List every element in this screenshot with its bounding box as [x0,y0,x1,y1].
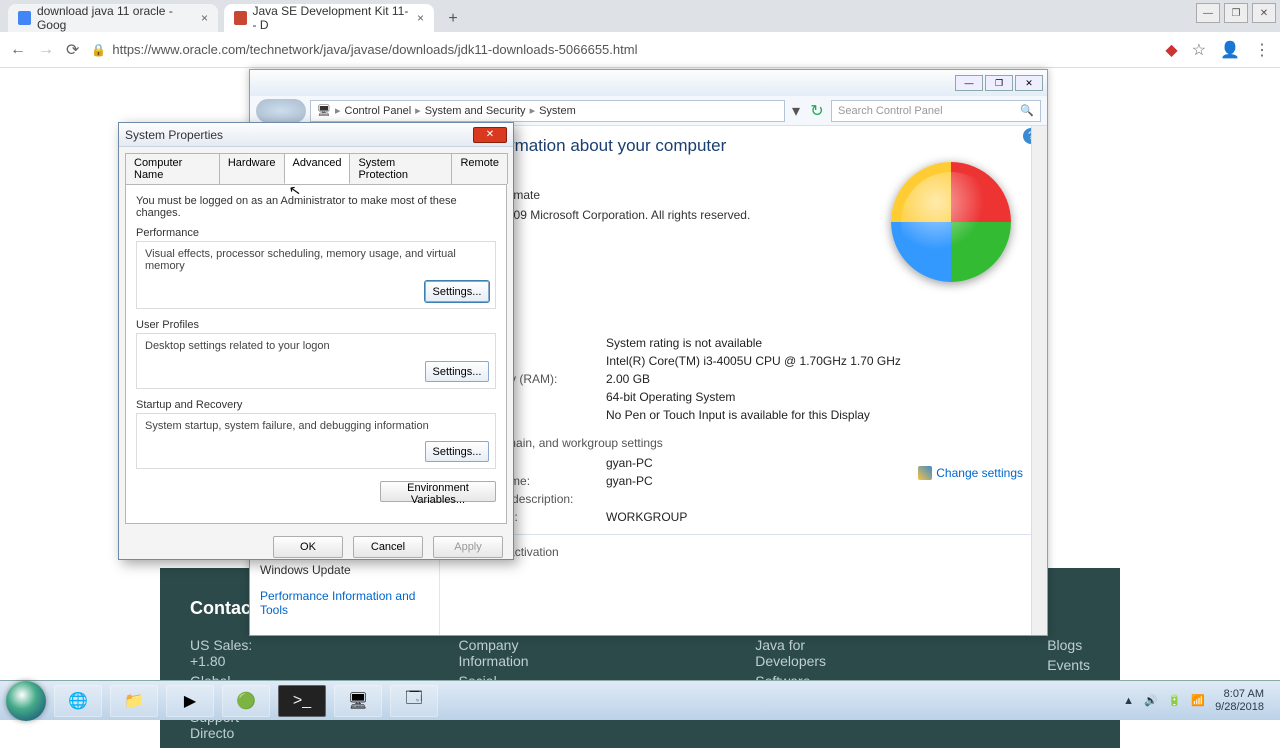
group-desc: Desktop settings related to your logon [145,340,487,352]
start-button[interactable] [6,681,46,721]
system-properties-dialog: System Properties ✕ Computer Name Hardwa… [118,122,514,560]
reload-button[interactable]: ⟳ [66,40,79,60]
taskbar-explorer-icon[interactable]: 📁 [110,685,158,717]
tab-title: Java SE Development Kit 11- - D [253,4,409,32]
window-minimize-button[interactable]: — [1196,3,1220,23]
new-tab-button[interactable]: + [440,6,466,32]
minimize-button[interactable]: — [955,75,983,91]
full-computer-name-value: gyan-PC [606,474,653,488]
browser-tab-google[interactable]: download java 11 oracle - Goog × [8,4,218,32]
computer-name-value: gyan-PC [606,456,653,470]
close-icon[interactable]: × [201,11,208,25]
system-type-value: 64-bit Operating System [606,390,735,404]
sidebar-link[interactable]: Performance Information and Tools [260,589,429,617]
breadcrumb[interactable]: 🖥 ▸ Control Panel ▸ System and Security … [310,100,785,122]
tab-advanced[interactable]: Advanced [284,153,351,184]
favicon-oracle-icon [234,11,247,25]
dialog-titlebar[interactable]: System Properties ✕ [119,123,513,147]
ok-button[interactable]: OK [273,536,343,558]
taskbar-app-icon[interactable]: 🗔 [390,685,438,717]
sidebar-link[interactable]: Windows Update [260,563,429,577]
volume-icon[interactable]: 🔊 [1144,694,1158,707]
breadcrumb-item[interactable]: Control Panel [345,105,412,117]
shield-icon [918,466,932,480]
group-title-startup-recovery: Startup and Recovery [136,399,496,411]
breadcrumb-item[interactable]: System [539,105,576,117]
search-placeholder: Search Control Panel [838,105,943,117]
tab-system-protection[interactable]: System Protection [349,153,452,184]
section-label: Windows activation [456,545,1031,559]
clock[interactable]: 8:07 AM 9/28/2018 [1215,688,1264,712]
system-rating-link[interactable]: System rating is not available [606,336,762,350]
refresh-icon[interactable]: ↻ [807,101,827,121]
taskbar-cmd-icon[interactable]: >_ [278,685,326,717]
tab-title: download java 11 oracle - Goog [37,4,193,32]
close-button[interactable]: ✕ [473,127,507,143]
breadcrumb-item[interactable]: System and Security [425,105,526,117]
scrollbar[interactable] [1031,126,1047,635]
close-icon[interactable]: × [417,11,424,25]
window-close-button[interactable]: ✕ [1252,3,1276,23]
performance-settings-button[interactable]: Settings... [425,281,489,302]
explorer-main: ? sic information about your computer ed… [440,126,1047,635]
search-icon: 🔍 [1020,104,1034,117]
extension-icon[interactable]: ◆ [1165,40,1177,60]
breadcrumb-dropdown-icon[interactable]: ▾ [789,101,803,121]
tab-hardware[interactable]: Hardware [219,153,285,184]
taskbar-ie-icon[interactable]: 🌐 [54,685,102,717]
user-profiles-settings-button[interactable]: Settings... [425,361,489,382]
ram-value: 2.00 GB [606,372,650,386]
taskbar-chrome-icon[interactable]: 🟢 [222,685,270,717]
group-desc: System startup, system failure, and debu… [145,420,487,432]
window-maximize-button[interactable]: ❐ [1224,3,1248,23]
url-text: https://www.oracle.com/technetwork/java/… [112,42,637,57]
taskbar-media-icon[interactable]: ▶ [166,685,214,717]
explorer-titlebar[interactable]: — ❐ ✕ [250,70,1047,96]
profile-icon[interactable]: 👤 [1220,40,1240,60]
dialog-tabs: Computer Name Hardware Advanced System P… [119,147,513,184]
battery-icon[interactable]: 🔋 [1168,694,1182,707]
pen-touch-value: No Pen or Touch Input is available for t… [606,408,870,422]
processor-value: Intel(R) Core(TM) i3-4005U CPU @ 1.70GHz… [606,354,901,368]
lock-icon: 🔒 [91,43,106,57]
group-title-user-profiles: User Profiles [136,319,496,331]
group-desc: Visual effects, processor scheduling, me… [145,248,487,272]
address-bar[interactable]: 🔒 https://www.oracle.com/technetwork/jav… [91,42,1153,57]
maximize-button[interactable]: ❐ [985,75,1013,91]
taskbar-control-panel-icon[interactable]: 🖥 [334,685,382,717]
back-button[interactable]: ← [10,41,26,59]
apply-button[interactable]: Apply [433,536,503,558]
search-input[interactable]: Search Control Panel 🔍 [831,100,1041,122]
back-forward-buttons[interactable] [256,99,306,123]
group-title-performance: Performance [136,227,496,239]
page-heading: sic information about your computer [456,136,1031,156]
breadcrumb-icon: 🖥 [317,104,331,117]
menu-icon[interactable]: ⋮ [1254,40,1270,60]
bookmark-icon[interactable]: ☆ [1192,40,1206,60]
dialog-footer: OK Cancel Apply [119,530,513,564]
forward-button[interactable]: → [38,41,54,59]
change-settings-link[interactable]: Change settings [918,466,1023,480]
close-button[interactable]: ✕ [1015,75,1043,91]
browser-toolbar: ← → ⟳ 🔒 https://www.oracle.com/technetwo… [0,32,1280,68]
workgroup-value: WORKGROUP [606,510,687,524]
cancel-button[interactable]: Cancel [353,536,423,558]
taskbar: 🌐 📁 ▶ 🟢 >_ 🖥 🗔 ▲ 🔊 🔋 📶 8:07 AM 9/28/2018 [0,680,1280,720]
tray-overflow-icon[interactable]: ▲ [1123,695,1134,707]
startup-recovery-settings-button[interactable]: Settings... [425,441,489,462]
system-tray[interactable]: ▲ 🔊 🔋 📶 8:07 AM 9/28/2018 [1113,688,1274,712]
advanced-panel: You must be logged on as an Administrato… [125,184,507,524]
tab-computer-name[interactable]: Computer Name [125,153,220,184]
dialog-title: System Properties [125,128,223,142]
admin-note: You must be logged on as an Administrato… [136,195,496,219]
browser-tab-strip: download java 11 oracle - Goog × Java SE… [0,0,1280,32]
section-label: name, domain, and workgroup settings [456,436,1031,450]
favicon-google-icon [18,11,31,25]
environment-variables-button[interactable]: Environment Variables... [380,481,496,502]
tab-remote[interactable]: Remote [451,153,508,184]
windows-logo-icon [891,162,1011,282]
network-icon[interactable]: 📶 [1191,694,1205,707]
browser-tab-oracle[interactable]: Java SE Development Kit 11- - D × [224,4,434,32]
